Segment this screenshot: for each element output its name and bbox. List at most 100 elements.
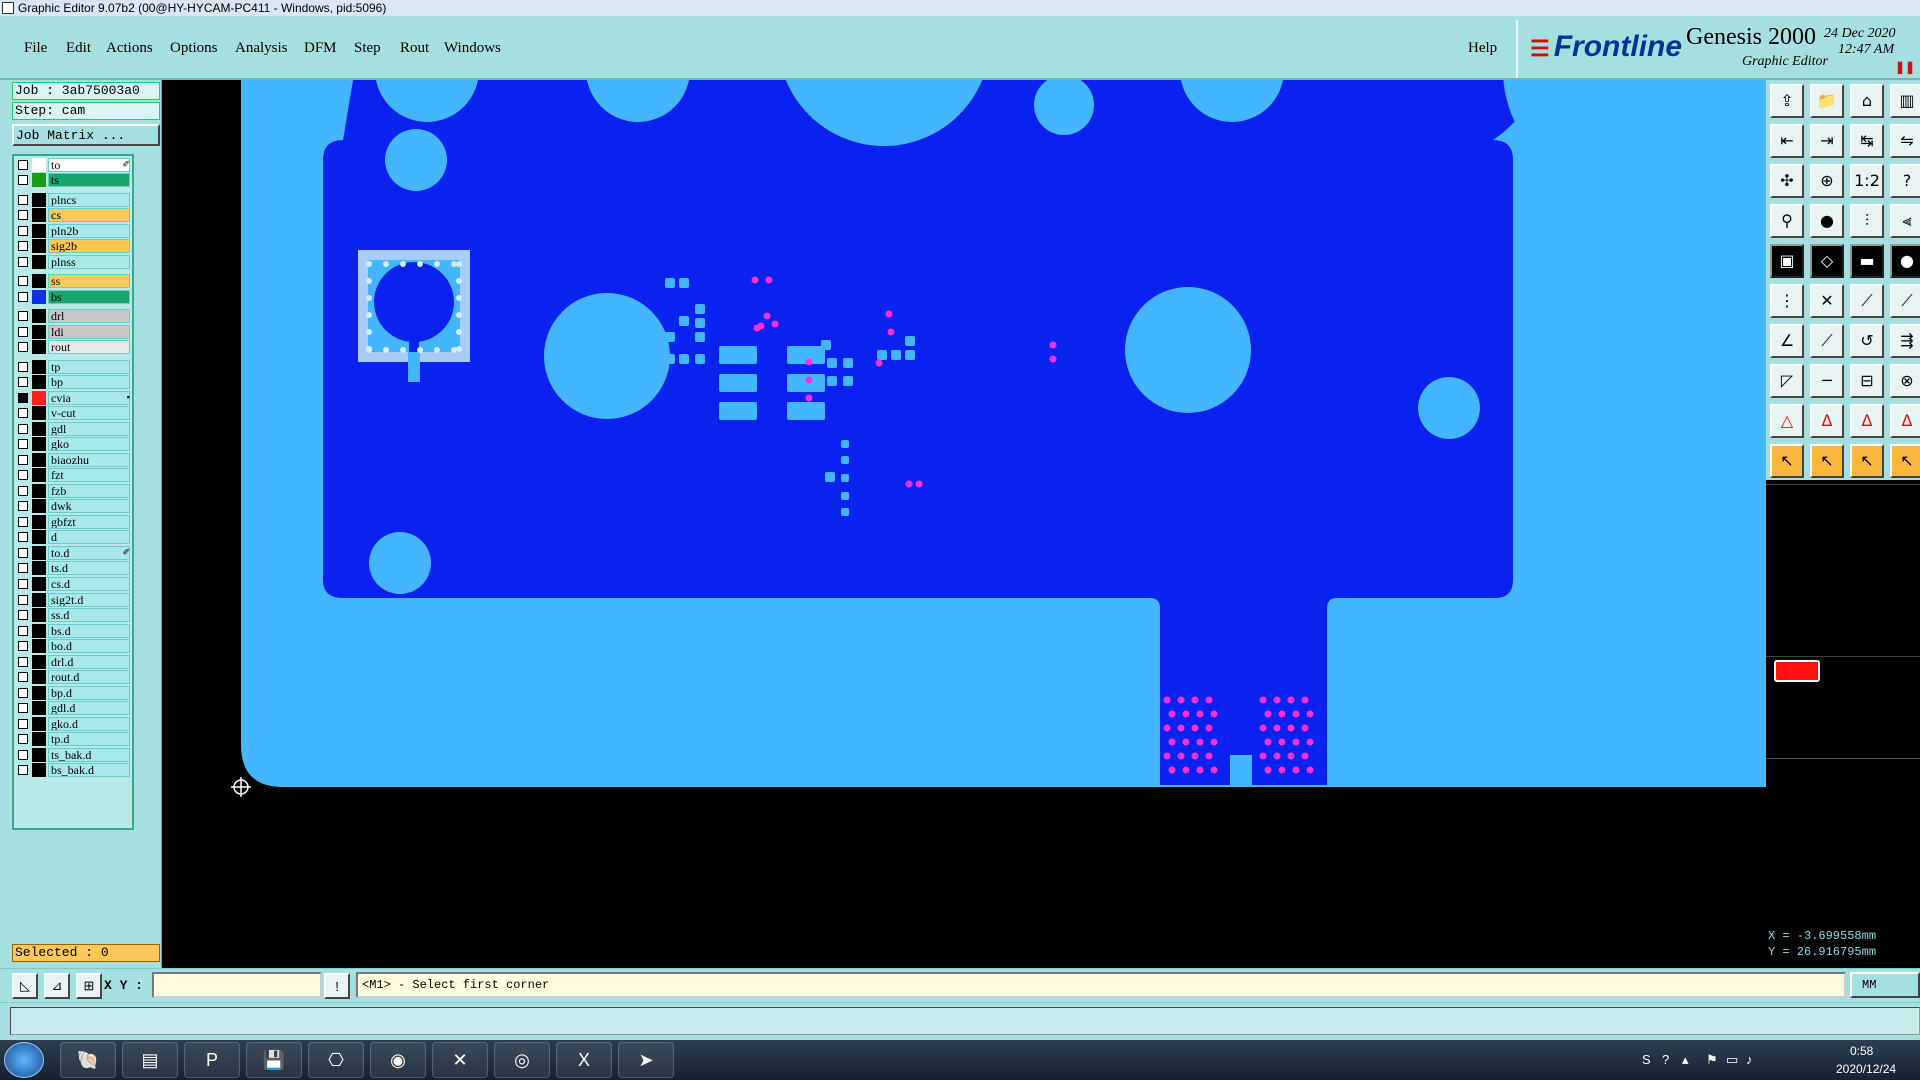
align-icon[interactable]: ⇋ [1890, 124, 1920, 158]
layer-row[interactable]: ts [16, 173, 132, 188]
layer-color-swatch[interactable] [32, 239, 46, 254]
layer-checkbox[interactable] [18, 532, 28, 543]
layer-name[interactable]: drl [48, 309, 130, 324]
pointer2-icon[interactable]: ↖ [1810, 444, 1844, 478]
save-icon[interactable]: 📁 [1810, 84, 1844, 118]
excel-app-icon[interactable]: X [556, 1042, 612, 1078]
layer-name[interactable]: dwk [48, 499, 130, 514]
layer-name[interactable]: sig2t.d [48, 592, 130, 607]
layer-name[interactable]: fzb [48, 483, 130, 498]
layer-color-swatch[interactable] [32, 732, 46, 747]
edge-icon[interactable]: ⟋ [1850, 284, 1884, 318]
layer-checkbox[interactable] [18, 641, 28, 652]
layer-row[interactable]: tp [16, 359, 132, 374]
layer-checkbox[interactable] [18, 256, 28, 267]
layer-row[interactable]: sig2b [16, 239, 132, 254]
layer-name[interactable]: bs_bak.d [48, 763, 130, 778]
layer-name[interactable]: biaozhu [48, 452, 130, 467]
layer-row[interactable]: fzb [16, 483, 132, 498]
layer-row[interactable]: bs [16, 289, 132, 304]
layer-checkbox[interactable] [18, 547, 28, 558]
layer-color-swatch[interactable] [32, 274, 46, 289]
layer-row[interactable]: pln2b [16, 223, 132, 238]
layer-row[interactable]: ldi [16, 324, 132, 339]
layer-row[interactable]: gko.d [16, 716, 132, 731]
clock-time[interactable]: 0:58 [1850, 1044, 1873, 1058]
layer-row[interactable]: cs.d [16, 576, 132, 591]
swap-icon[interactable]: ↹ [1850, 124, 1884, 158]
cross-icon[interactable]: ✕ [1810, 284, 1844, 318]
layer-name[interactable]: gdl [48, 421, 130, 436]
layer-checkbox[interactable] [18, 159, 28, 170]
layer-checkbox[interactable] [18, 194, 28, 205]
layer-row[interactable]: bo.d [16, 639, 132, 654]
layer-name[interactable]: sig2b [48, 239, 130, 254]
layer-checkbox[interactable] [18, 361, 28, 372]
layer-row[interactable]: tp.d [16, 732, 132, 747]
layer-color-swatch[interactable] [32, 592, 46, 607]
layer-color-swatch[interactable] [32, 157, 46, 172]
layer-checkbox[interactable] [18, 656, 28, 667]
layer-name[interactable]: cvia [48, 390, 130, 405]
layer-color-swatch[interactable] [32, 608, 46, 623]
layer-color-swatch[interactable] [32, 701, 46, 716]
layer-color-swatch[interactable] [32, 747, 46, 762]
layer-color-swatch[interactable] [32, 375, 46, 390]
layer-name[interactable]: to.d [48, 545, 130, 560]
layer-checkbox[interactable] [18, 311, 28, 322]
layer-name[interactable]: to [48, 157, 130, 172]
layer-color-swatch[interactable] [32, 437, 46, 452]
help-icon[interactable]: ? [1890, 164, 1920, 198]
scale-icon[interactable]: 1:2 [1850, 164, 1884, 198]
layer-name[interactable]: ldi [48, 324, 130, 339]
layer-row[interactable]: bp [16, 375, 132, 390]
layer-name[interactable]: d [48, 530, 130, 545]
layer-row[interactable]: biaozhu [16, 452, 132, 467]
layer-name[interactable]: gdl.d [48, 701, 130, 716]
layer-color-swatch[interactable] [32, 483, 46, 498]
layer-checkbox[interactable] [18, 439, 28, 450]
layer-name[interactable]: v-cut [48, 406, 130, 421]
layer-row[interactable]: sig2t.d [16, 592, 132, 607]
menu-options[interactable]: Options [170, 40, 218, 57]
layer-row[interactable]: plnss [16, 254, 132, 269]
layer-row[interactable]: fzt [16, 468, 132, 483]
triangle3-icon[interactable]: Δ [1850, 404, 1884, 438]
layer-name[interactable]: gbfzt [48, 514, 130, 529]
notepad-app-icon[interactable]: ▤ [122, 1042, 178, 1078]
layer-color-swatch[interactable] [32, 421, 46, 436]
layer-color-swatch[interactable] [32, 561, 46, 576]
layer-color-swatch[interactable] [32, 670, 46, 685]
acrobat-app-icon[interactable]: ⎔ [308, 1042, 364, 1078]
triangle-icon[interactable]: △ [1770, 404, 1804, 438]
eye-app-icon[interactable]: ◉ [370, 1042, 426, 1078]
layer-color-swatch[interactable] [32, 576, 46, 591]
panel-icon[interactable]: ▥ [1890, 84, 1920, 118]
probe-icon[interactable]: ⚲ [1770, 204, 1804, 238]
layer-color-swatch[interactable] [32, 289, 46, 304]
layer-checkbox[interactable] [18, 516, 28, 527]
layer-row[interactable]: to.d ✐ [16, 545, 132, 560]
menu-analysis[interactable]: Analysis [235, 40, 288, 57]
layer-name[interactable]: gko.d [48, 716, 130, 731]
menu-actions[interactable]: Actions [106, 40, 153, 57]
edge2-icon[interactable]: ⟋ [1890, 284, 1920, 318]
rotate-icon[interactable]: ↺ [1850, 324, 1884, 358]
layer-checkbox[interactable] [18, 485, 28, 496]
layer-color-swatch[interactable] [32, 499, 46, 514]
layer-color-swatch[interactable] [32, 716, 46, 731]
layer-row[interactable]: bp.d [16, 685, 132, 700]
layer-color-swatch[interactable] [32, 468, 46, 483]
layer-color-swatch[interactable] [32, 324, 46, 339]
layer-checkbox[interactable] [18, 342, 28, 353]
p-app-icon[interactable]: P [184, 1042, 240, 1078]
layer-checkbox[interactable] [18, 326, 28, 337]
select-box-icon[interactable]: ▣ [1770, 244, 1804, 278]
layer-checkbox[interactable] [18, 210, 28, 221]
move-right-icon[interactable]: ⇥ [1810, 124, 1844, 158]
layer-color-swatch[interactable] [32, 254, 46, 269]
start-button[interactable] [4, 1042, 44, 1078]
menu-help[interactable]: Help [1468, 40, 1497, 57]
shell-app-icon[interactable]: 🐚 [60, 1042, 116, 1078]
unit-toggle[interactable]: MM [1850, 972, 1920, 998]
